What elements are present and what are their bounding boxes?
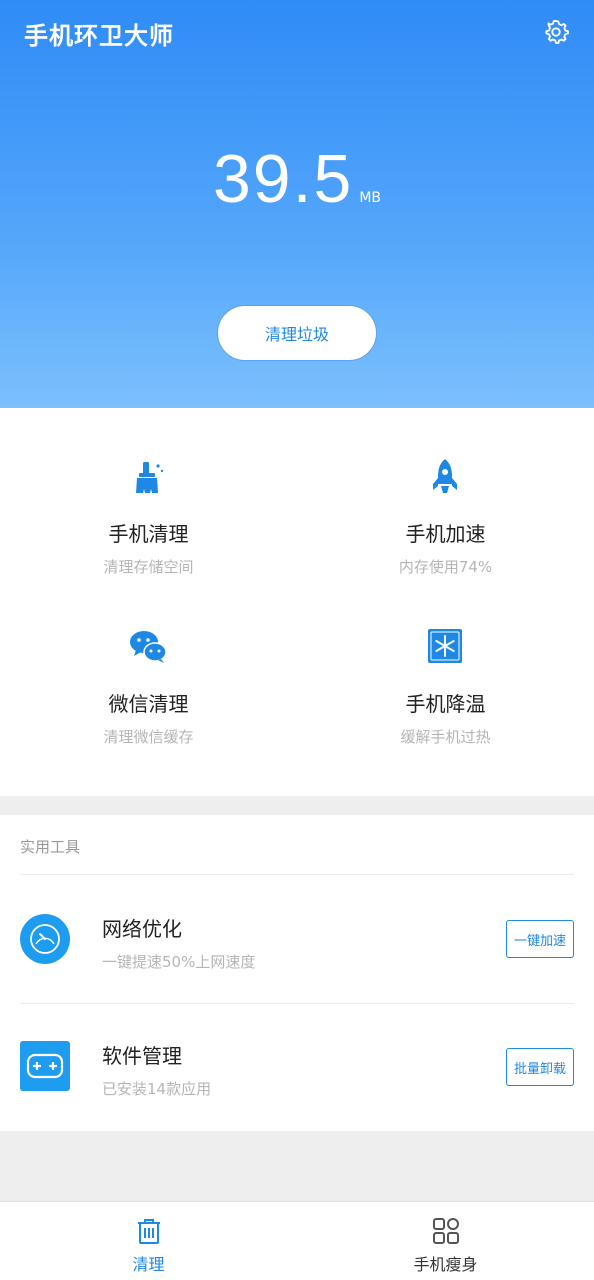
nav-item-slim[interactable]: 手机瘦身: [297, 1202, 594, 1280]
junk-size-unit: MB: [359, 190, 382, 206]
broom-icon: [136, 462, 164, 493]
feature-title: 手机降温: [405, 692, 486, 716]
hero-header: 手机环卫大师 39.5 MB 清理垃圾: [0, 0, 594, 408]
junk-size: 39.5 MB: [0, 140, 594, 218]
trash-icon: [138, 1219, 160, 1244]
gear-icon: [545, 19, 569, 45]
feature-title: 手机清理: [108, 522, 189, 546]
feature-phone-boost[interactable]: 手机加速 内存使用74%: [297, 408, 594, 578]
grid-icon: [433, 1218, 459, 1244]
feature-subtitle: 内存使用74%: [398, 558, 493, 576]
tool-row-network[interactable]: 网络优化 一键提速50%上网速度 一键加速: [0, 875, 594, 1003]
feature-subtitle: 清理微信缓存: [103, 728, 194, 746]
snowflake-icon: [428, 629, 462, 663]
settings-button[interactable]: [540, 16, 572, 48]
wechat-icon: [130, 631, 167, 663]
feature-title: 手机加速: [405, 522, 486, 546]
tools-header: 实用工具: [20, 838, 81, 856]
feature-subtitle: 缓解手机过热: [400, 728, 491, 746]
tool-title: 网络优化: [102, 917, 182, 941]
boost-network-button[interactable]: 一键加速: [506, 920, 574, 958]
tools-section: 实用工具 网络优化 一键提速50%上网速度 一键加速 软件管理 已安装14款应用…: [0, 815, 594, 1131]
bottom-nav: 清理 手机瘦身: [0, 1201, 594, 1280]
junk-size-value: 39.5: [212, 141, 354, 217]
clean-junk-button[interactable]: 清理垃圾: [217, 305, 377, 361]
nav-item-clean[interactable]: 清理: [0, 1202, 297, 1280]
feature-wechat-clean[interactable]: 微信清理 清理微信缓存: [0, 578, 297, 748]
batch-uninstall-button[interactable]: 批量卸载: [506, 1048, 574, 1086]
feature-grid: 手机清理 清理存储空间 手机加速 内存使用74% 微信清理 清理微信缓存 手机降…: [0, 408, 594, 796]
nav-label: 清理: [132, 1255, 165, 1274]
app-title: 手机环卫大师: [24, 22, 174, 50]
gamepad-icon: [20, 1041, 70, 1091]
feature-title: 微信清理: [108, 692, 189, 716]
feature-phone-clean[interactable]: 手机清理 清理存储空间: [0, 408, 297, 578]
rocket-icon: [433, 459, 457, 493]
tool-subtitle: 已安装14款应用: [102, 1080, 212, 1098]
nav-label: 手机瘦身: [413, 1255, 478, 1274]
feature-subtitle: 清理存储空间: [103, 558, 194, 576]
speedometer-icon: [20, 914, 70, 964]
feature-phone-cool[interactable]: 手机降温 缓解手机过热: [297, 578, 594, 748]
tool-title: 软件管理: [102, 1044, 182, 1068]
tool-row-apps[interactable]: 软件管理 已安装14款应用 批量卸载: [0, 1004, 594, 1132]
tool-subtitle: 一键提速50%上网速度: [102, 953, 256, 971]
